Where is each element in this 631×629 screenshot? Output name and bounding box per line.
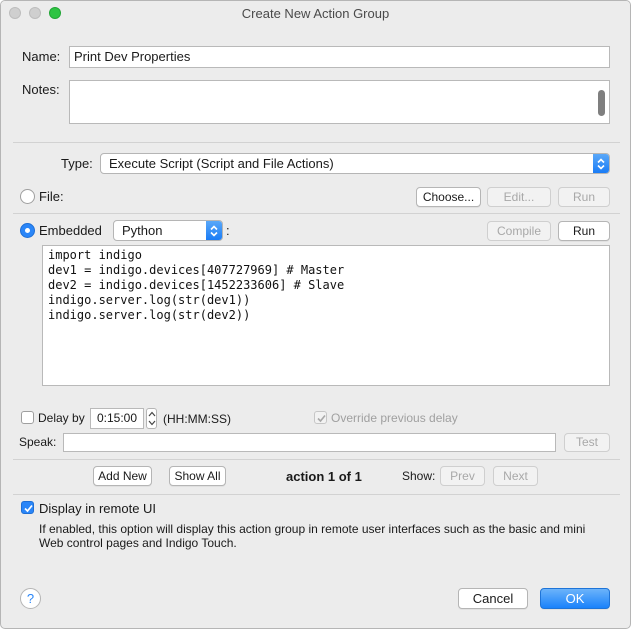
- choose-file-button[interactable]: Choose...: [416, 187, 481, 207]
- separator: [13, 494, 620, 495]
- remote-ui-help-text: If enabled, this option will display thi…: [39, 522, 586, 550]
- override-delay-label: Override previous delay: [331, 411, 458, 425]
- zoom-window-button[interactable]: [49, 7, 61, 19]
- speak-field[interactable]: [63, 433, 556, 452]
- code-line: dev1 = indigo.devices[407727969] # Maste…: [48, 263, 345, 277]
- edit-file-button[interactable]: Edit...: [487, 187, 551, 207]
- checkmark-icon: [24, 504, 33, 513]
- chevron-updown-icon: [206, 221, 222, 240]
- separator: [13, 142, 620, 143]
- stepper-arrows-icon: [148, 411, 156, 426]
- delay-label: Delay by: [38, 411, 85, 425]
- window-title: Create New Action Group: [241, 6, 390, 21]
- minimize-window-button[interactable]: [29, 7, 41, 19]
- type-popup[interactable]: Execute Script (Script and File Actions): [100, 153, 610, 174]
- file-label: File:: [39, 189, 64, 204]
- speak-label: Speak:: [19, 435, 57, 449]
- name-field[interactable]: Print Dev Properties: [69, 46, 610, 68]
- run-file-button[interactable]: Run: [558, 187, 610, 207]
- separator: [13, 213, 620, 214]
- compile-button[interactable]: Compile: [487, 221, 551, 241]
- file-radio[interactable]: [20, 189, 35, 204]
- code-line: indigo.server.log(str(dev2)): [48, 308, 251, 322]
- code-line: import indigo: [48, 248, 142, 262]
- close-window-button[interactable]: [9, 7, 21, 19]
- script-editor[interactable]: import indigo dev1 = indigo.devices[40772…: [42, 245, 610, 386]
- speak-test-button[interactable]: Test: [564, 433, 610, 452]
- run-script-button[interactable]: Run: [558, 221, 610, 241]
- ok-button[interactable]: OK: [540, 588, 610, 609]
- action-counter: action 1 of 1: [286, 469, 362, 484]
- override-delay-checkbox[interactable]: [314, 411, 327, 424]
- checkmark-icon: [317, 414, 326, 423]
- remote-ui-checkbox[interactable]: [21, 501, 34, 514]
- language-popup-value: Python: [122, 223, 163, 238]
- help-button[interactable]: ?: [20, 588, 41, 609]
- language-popup[interactable]: Python: [113, 220, 223, 241]
- notes-scrollbar[interactable]: [598, 90, 605, 116]
- cancel-button[interactable]: Cancel: [458, 588, 528, 609]
- dialog-window: Create New Action Group Name: Print Dev …: [0, 0, 631, 629]
- language-colon: :: [226, 223, 230, 238]
- name-label: Name:: [22, 49, 61, 64]
- add-new-action-button[interactable]: Add New: [93, 466, 152, 486]
- type-popup-value: Execute Script (Script and File Actions): [109, 156, 334, 171]
- delay-time-field[interactable]: 0:15:00: [90, 408, 144, 429]
- remote-ui-label: Display in remote UI: [39, 501, 157, 516]
- separator: [13, 459, 620, 460]
- notes-label: Notes:: [22, 82, 60, 97]
- show-label: Show:: [402, 469, 436, 483]
- title-bar: Create New Action Group: [1, 1, 630, 27]
- prev-action-button[interactable]: Prev: [440, 466, 485, 486]
- show-all-actions-button[interactable]: Show All: [169, 466, 226, 486]
- notes-field[interactable]: [69, 80, 610, 124]
- embedded-label: Embedded: [39, 223, 102, 238]
- delay-stepper[interactable]: [146, 408, 157, 429]
- embedded-radio[interactable]: [20, 223, 35, 238]
- next-action-button[interactable]: Next: [493, 466, 538, 486]
- chevron-updown-icon: [593, 154, 609, 173]
- code-line: dev2 = indigo.devices[1452233606] # Slav…: [48, 278, 345, 292]
- delay-format-label: (HH:MM:SS): [163, 412, 231, 426]
- code-line: indigo.server.log(str(dev1)): [48, 293, 251, 307]
- type-label: Type:: [61, 156, 93, 171]
- delay-checkbox[interactable]: [21, 411, 34, 424]
